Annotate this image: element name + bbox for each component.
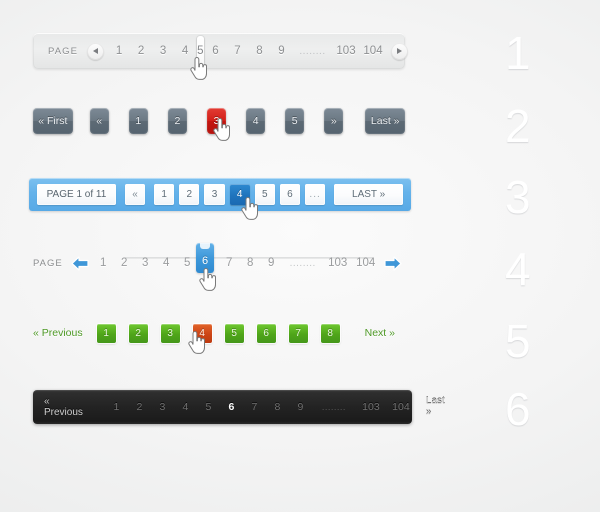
page-link[interactable]: 2: [114, 257, 135, 269]
page-link[interactable]: 103: [324, 257, 352, 269]
page-link[interactable]: 8: [266, 401, 289, 413]
page-button-active[interactable]: 4: [192, 323, 212, 343]
page-link[interactable]: 4: [174, 401, 197, 413]
page-button[interactable]: 8: [320, 323, 340, 343]
pagination-row-4: PAGE 1 2 3 4 5 6 7 8 9 ........ 103 104: [33, 250, 405, 276]
pagination-kit-canvas: 1 2 3 4 5 6 PAGE 1 2 3 4 5 6 7 8 9 .....…: [0, 0, 600, 512]
page-link[interactable]: 9: [261, 257, 282, 269]
section-marker-4: 4: [505, 243, 531, 295]
page-link[interactable]: 104: [360, 34, 387, 68]
pagination-row-3: PAGE 1 of 11 « 1 2 3 4 5 6 ... LAST »: [29, 178, 411, 211]
last-button[interactable]: LAST »: [334, 184, 404, 205]
arrow-left-icon[interactable]: [71, 255, 89, 271]
last-button[interactable]: Last »: [365, 108, 406, 134]
previous-link[interactable]: « Previous: [33, 327, 83, 339]
page-button[interactable]: 4: [246, 108, 266, 134]
page-button[interactable]: 2: [167, 108, 187, 134]
page-link[interactable]: 5: [197, 401, 220, 413]
prev-button[interactable]: «: [89, 108, 109, 134]
page-label: PAGE: [48, 45, 79, 57]
page-link[interactable]: 2: [128, 401, 151, 413]
arrow-right-icon[interactable]: [384, 255, 402, 271]
pagination-row-6: « Previous 1 2 3 4 5 6 7 8 9 ........ 10…: [33, 390, 445, 424]
page-button[interactable]: 5: [285, 108, 305, 134]
pagination-row-1: PAGE 1 2 3 4 5 6 7 8 9 ........ 103 104: [33, 33, 408, 69]
slider-notch: [200, 243, 210, 249]
section-marker-5: 5: [505, 315, 531, 367]
page-link[interactable]: 104: [352, 257, 380, 269]
page-button[interactable]: 1: [128, 108, 148, 134]
section-marker-3: 3: [505, 171, 531, 223]
next-button[interactable]: »: [324, 108, 344, 134]
page-link[interactable]: 2: [130, 34, 152, 68]
page-link[interactable]: 6: [205, 34, 227, 68]
section-marker-6: 6: [505, 383, 531, 435]
prev-button[interactable]: «: [124, 184, 146, 205]
ellipsis: ........: [321, 402, 346, 412]
page-link[interactable]: 1: [93, 257, 114, 269]
page-link[interactable]: 4: [174, 34, 196, 68]
page-button[interactable]: 2: [179, 184, 200, 205]
page-button-active[interactable]: 4: [229, 184, 250, 205]
section-marker-1: 1: [505, 27, 531, 79]
page-button-active[interactable]: 3: [206, 108, 227, 134]
page-button[interactable]: 5: [254, 184, 275, 205]
page-label: PAGE: [33, 257, 63, 269]
page-button[interactable]: 5: [224, 323, 244, 343]
page-link[interactable]: 8: [249, 34, 271, 68]
page-button[interactable]: 6: [256, 323, 276, 343]
page-link[interactable]: 104: [386, 401, 416, 413]
ellipsis: ........: [299, 45, 326, 57]
page-link[interactable]: 4: [156, 257, 177, 269]
page-link[interactable]: 1: [108, 34, 130, 68]
page-link[interactable]: 103: [333, 34, 360, 68]
last-link[interactable]: Last »: [426, 396, 445, 418]
page-button[interactable]: 3: [204, 184, 225, 205]
page-button[interactable]: 1: [154, 184, 175, 205]
page-link-active[interactable]: 5: [197, 36, 204, 66]
page-link[interactable]: 7: [227, 34, 249, 68]
page-link[interactable]: 8: [240, 257, 261, 269]
page-link[interactable]: 1: [105, 401, 128, 413]
page-button[interactable]: 6: [279, 184, 301, 205]
page-button[interactable]: 1: [96, 323, 116, 343]
ellipsis: ........: [289, 257, 316, 269]
pagination-row-5: « Previous 1 2 3 4 5 6 7 8 Next »: [33, 322, 405, 344]
page-link[interactable]: 103: [356, 401, 386, 413]
ellipsis-button[interactable]: ...: [305, 184, 326, 205]
page-button[interactable]: 7: [288, 323, 308, 343]
page-link[interactable]: 7: [243, 401, 266, 413]
page-button[interactable]: 2: [128, 323, 148, 343]
page-link[interactable]: 3: [152, 34, 174, 68]
prev-circle-icon[interactable]: [87, 42, 105, 60]
page-button[interactable]: 3: [160, 323, 180, 343]
page-link[interactable]: 3: [135, 257, 156, 269]
page-link[interactable]: 7: [219, 257, 240, 269]
page-link-active[interactable]: 6: [220, 401, 243, 413]
first-button[interactable]: « First: [33, 108, 73, 134]
page-link[interactable]: 3: [151, 401, 174, 413]
page-info-box: PAGE 1 of 11: [37, 184, 116, 205]
page-link[interactable]: 9: [271, 34, 293, 68]
section-marker-2: 2: [505, 100, 531, 152]
page-link[interactable]: 5: [177, 257, 198, 269]
next-link[interactable]: Next »: [365, 327, 395, 339]
previous-link[interactable]: « Previous: [44, 396, 83, 418]
page-link[interactable]: 9: [289, 401, 312, 413]
next-circle-icon[interactable]: [390, 42, 408, 60]
pagination-row-2: « First « 1 2 3 4 5 » Last »: [33, 107, 406, 135]
